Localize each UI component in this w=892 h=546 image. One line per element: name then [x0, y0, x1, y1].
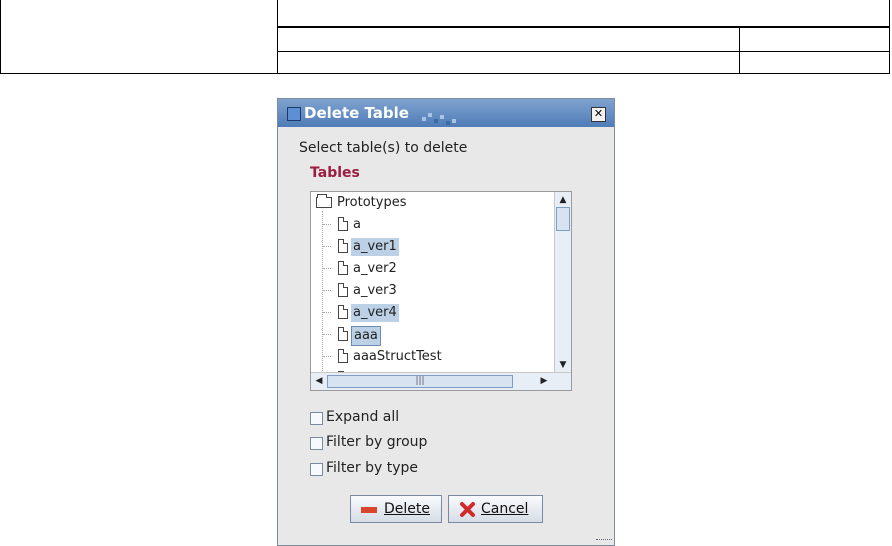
tree-item-label: aaaStructTest: [353, 349, 442, 364]
background-table: [0, 0, 890, 74]
tree-root-label: Prototypes: [337, 195, 407, 210]
scroll-left-icon[interactable]: ◀: [312, 374, 326, 388]
tree-item-label: a_ver4: [351, 304, 399, 322]
tree-guide-line: [322, 211, 323, 371]
table-left-cell: [1, 0, 278, 74]
vertical-scrollbar[interactable]: ▲ ▼: [554, 192, 571, 373]
window-icon: [287, 107, 301, 121]
table-rule: [278, 51, 890, 52]
resize-grip[interactable]: [596, 539, 612, 544]
minus-icon: [361, 507, 377, 513]
dialog-prompt: Select table(s) to delete: [299, 140, 468, 156]
folder-icon: [316, 194, 332, 208]
cross-icon: [460, 502, 475, 517]
file-icon: [338, 239, 348, 253]
delete-table-dialog: Delete Table ✕ Select table(s) to delete…: [277, 98, 615, 546]
checkbox-label: Filter by type: [326, 460, 419, 476]
file-icon: [338, 283, 348, 297]
horizontal-scrollbar[interactable]: ◀ ||| ▶: [311, 372, 571, 390]
checkbox-box[interactable]: [310, 463, 323, 476]
cancel-button[interactable]: Cancel: [448, 495, 543, 523]
file-icon: [338, 349, 348, 363]
scroll-up-icon[interactable]: ▲: [556, 193, 570, 207]
tables-tree[interactable]: Prototypes a a_ver1 a_ver2 a_ver3 a_ver4…: [310, 191, 572, 391]
scroll-right-icon[interactable]: ▶: [537, 374, 551, 388]
file-icon: [338, 261, 348, 275]
checkbox-label: Expand all: [326, 409, 400, 425]
dialog-title: Delete Table: [304, 104, 409, 122]
vertical-scroll-thumb[interactable]: [556, 207, 570, 231]
dialog-titlebar[interactable]: Delete Table ✕: [278, 99, 614, 127]
file-icon: [338, 217, 348, 231]
table-column-divider: [739, 26, 740, 74]
tree-item-label: a_ver2: [353, 261, 397, 276]
checkbox-box[interactable]: [310, 412, 323, 425]
horizontal-scroll-thumb[interactable]: |||: [327, 375, 513, 388]
checkbox-box[interactable]: [310, 437, 323, 450]
titlebar-decoration-icon: [422, 113, 456, 125]
close-icon[interactable]: ✕: [591, 107, 606, 122]
file-icon: [338, 327, 348, 341]
tree-item-label: aaa: [351, 326, 381, 346]
tree-item-label: a_ver3: [353, 283, 397, 298]
file-icon: [338, 305, 348, 319]
checkbox-label: Filter by group: [326, 434, 428, 450]
delete-button-label: Delete: [384, 501, 430, 517]
table-rule: [278, 26, 890, 28]
scroll-down-icon[interactable]: ▼: [556, 358, 570, 372]
tree-item-label: a: [353, 217, 361, 232]
tree-viewport: Prototypes a a_ver1 a_ver2 a_ver3 a_ver4…: [311, 192, 555, 373]
tree-item-label: a_ver1: [351, 238, 399, 256]
cancel-button-label: Cancel: [481, 501, 529, 517]
delete-button[interactable]: Delete: [350, 495, 442, 523]
tables-section-label: Tables: [310, 165, 360, 181]
